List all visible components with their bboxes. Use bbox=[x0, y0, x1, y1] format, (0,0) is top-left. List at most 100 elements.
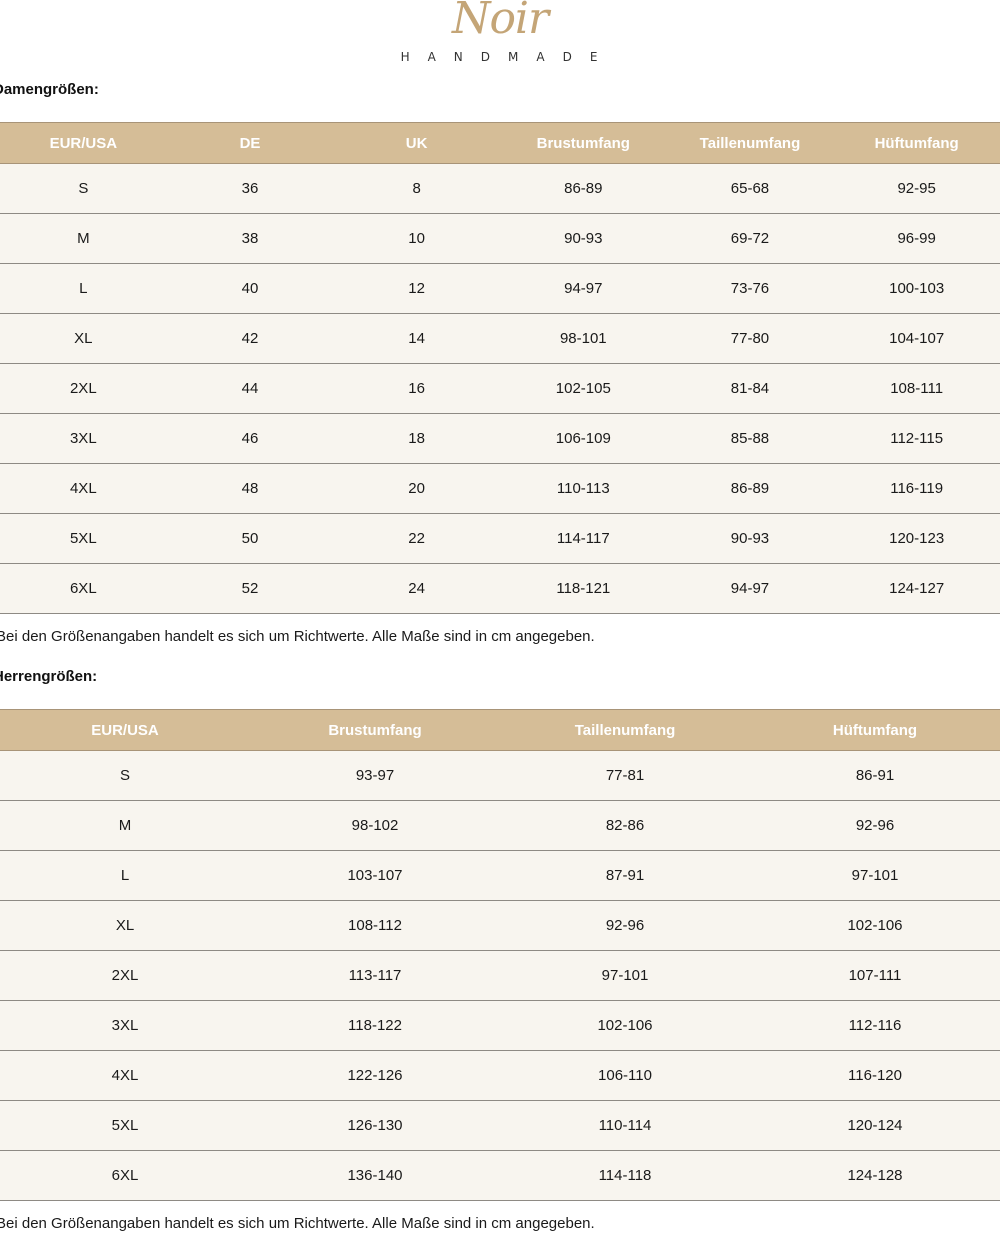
men-size-note: Bei den Größenangaben handelt es sich um… bbox=[0, 1215, 595, 1232]
table-cell: 36 bbox=[166, 163, 334, 214]
women-sizes-heading: Damengrößen: bbox=[0, 81, 99, 98]
table-row: 2XL 113-117 97-101 107-111 bbox=[0, 950, 1000, 1001]
table-row: S 36 8 86-89 65-68 92-95 bbox=[0, 163, 1000, 214]
table-header-row: EUR/USA DE UK Brustumfang Taillenumfang … bbox=[0, 122, 1000, 164]
table-cell: 110-114 bbox=[500, 1100, 750, 1151]
table-cell: 20 bbox=[333, 463, 500, 514]
column-header: Taillenumfang bbox=[666, 122, 834, 164]
table-row: 5XL 126-130 110-114 120-124 bbox=[0, 1100, 1000, 1151]
table-cell: 73-76 bbox=[666, 263, 834, 314]
column-header: Hüftumfang bbox=[833, 122, 1000, 164]
table-cell: 104-107 bbox=[833, 313, 1000, 364]
table-cell: 92-96 bbox=[750, 800, 1000, 851]
table-cell: 113-117 bbox=[250, 950, 500, 1001]
table-cell: 81-84 bbox=[666, 363, 834, 414]
table-cell: 86-89 bbox=[499, 163, 667, 214]
table-cell: 3XL bbox=[0, 1000, 250, 1051]
table-cell: 120-124 bbox=[750, 1100, 1000, 1151]
table-cell: 97-101 bbox=[750, 850, 1000, 901]
table-cell: 52 bbox=[166, 563, 334, 614]
table-cell: S bbox=[0, 163, 167, 214]
table-cell: 18 bbox=[333, 413, 500, 464]
men-size-table: EUR/USA Brustumfang Taillenumfang Hüftum… bbox=[0, 709, 1000, 1201]
table-cell: 94-97 bbox=[666, 563, 834, 614]
table-cell: 12 bbox=[333, 263, 500, 314]
table-cell: 10 bbox=[333, 213, 500, 264]
table-cell: 92-96 bbox=[500, 900, 750, 951]
column-header: UK bbox=[333, 122, 500, 164]
table-cell: 3XL bbox=[0, 413, 167, 464]
table-cell: 94-97 bbox=[499, 263, 667, 314]
logo-subtitle: HANDMADE bbox=[400, 50, 616, 64]
column-header: Hüftumfang bbox=[750, 709, 1000, 751]
table-cell: XL bbox=[0, 900, 250, 951]
table-cell: XL bbox=[0, 313, 167, 364]
table-cell: 98-101 bbox=[499, 313, 667, 364]
table-cell: 5XL bbox=[0, 513, 167, 564]
table-row: 4XL 48 20 110-113 86-89 116-119 bbox=[0, 463, 1000, 514]
table-cell: 106-110 bbox=[500, 1050, 750, 1101]
table-cell: 82-86 bbox=[500, 800, 750, 851]
table-cell: 106-109 bbox=[499, 413, 667, 464]
men-sizes-heading: Herrengrößen: bbox=[0, 668, 98, 685]
table-cell: 100-103 bbox=[833, 263, 1000, 314]
table-cell: 124-128 bbox=[750, 1150, 1000, 1201]
table-cell: 112-115 bbox=[833, 413, 1000, 464]
table-cell: 93-97 bbox=[250, 750, 500, 801]
table-cell: 42 bbox=[166, 313, 334, 364]
column-header: EUR/USA bbox=[0, 122, 167, 164]
table-cell: 114-117 bbox=[499, 513, 667, 564]
column-header: Brustumfang bbox=[499, 122, 667, 164]
table-cell: 2XL bbox=[0, 950, 250, 1001]
women-size-table: EUR/USA DE UK Brustumfang Taillenumfang … bbox=[0, 122, 1000, 614]
table-row: XL 108-112 92-96 102-106 bbox=[0, 900, 1000, 951]
table-row: XL 42 14 98-101 77-80 104-107 bbox=[0, 313, 1000, 364]
table-row: 5XL 50 22 114-117 90-93 120-123 bbox=[0, 513, 1000, 564]
table-cell: 102-106 bbox=[750, 900, 1000, 951]
table-cell: 102-105 bbox=[499, 363, 667, 414]
table-cell: 92-95 bbox=[833, 163, 1000, 214]
table-cell: S bbox=[0, 750, 250, 801]
table-cell: 136-140 bbox=[250, 1150, 500, 1201]
table-cell: 22 bbox=[333, 513, 500, 564]
column-header: Brustumfang bbox=[250, 709, 500, 751]
table-cell: 2XL bbox=[0, 363, 167, 414]
table-cell: 4XL bbox=[0, 1050, 250, 1101]
table-cell: 108-112 bbox=[250, 900, 500, 951]
table-cell: 77-81 bbox=[500, 750, 750, 801]
table-cell: 86-89 bbox=[666, 463, 834, 514]
table-row: M 38 10 90-93 69-72 96-99 bbox=[0, 213, 1000, 264]
table-row: L 40 12 94-97 73-76 100-103 bbox=[0, 263, 1000, 314]
table-cell: 116-119 bbox=[833, 463, 1000, 514]
table-cell: 14 bbox=[333, 313, 500, 364]
table-cell: 48 bbox=[166, 463, 334, 514]
column-header: EUR/USA bbox=[0, 709, 250, 751]
table-cell: 86-91 bbox=[750, 750, 1000, 801]
table-row: 3XL 118-122 102-106 112-116 bbox=[0, 1000, 1000, 1051]
column-header: Taillenumfang bbox=[500, 709, 750, 751]
table-cell: 87-91 bbox=[500, 850, 750, 901]
table-cell: 126-130 bbox=[250, 1100, 500, 1151]
table-cell: 110-113 bbox=[499, 463, 667, 514]
table-cell: 108-111 bbox=[833, 363, 1000, 414]
logo-script-wordmark: Noir bbox=[451, 0, 549, 44]
table-cell: 85-88 bbox=[666, 413, 834, 464]
table-row: L 103-107 87-91 97-101 bbox=[0, 850, 1000, 901]
table-cell: 6XL bbox=[0, 563, 167, 614]
table-cell: 38 bbox=[166, 213, 334, 264]
table-cell: L bbox=[0, 263, 167, 314]
table-cell: 44 bbox=[166, 363, 334, 414]
table-row: S 93-97 77-81 86-91 bbox=[0, 750, 1000, 801]
table-cell: 50 bbox=[166, 513, 334, 564]
table-cell: 122-126 bbox=[250, 1050, 500, 1101]
table-cell: 65-68 bbox=[666, 163, 834, 214]
table-cell: 6XL bbox=[0, 1150, 250, 1201]
table-row: 4XL 122-126 106-110 116-120 bbox=[0, 1050, 1000, 1101]
table-cell: 90-93 bbox=[666, 513, 834, 564]
table-cell: 112-116 bbox=[750, 1000, 1000, 1051]
table-cell: 24 bbox=[333, 563, 500, 614]
table-cell: 8 bbox=[333, 163, 500, 214]
table-cell: 16 bbox=[333, 363, 500, 414]
table-cell: M bbox=[0, 800, 250, 851]
table-cell: 124-127 bbox=[833, 563, 1000, 614]
